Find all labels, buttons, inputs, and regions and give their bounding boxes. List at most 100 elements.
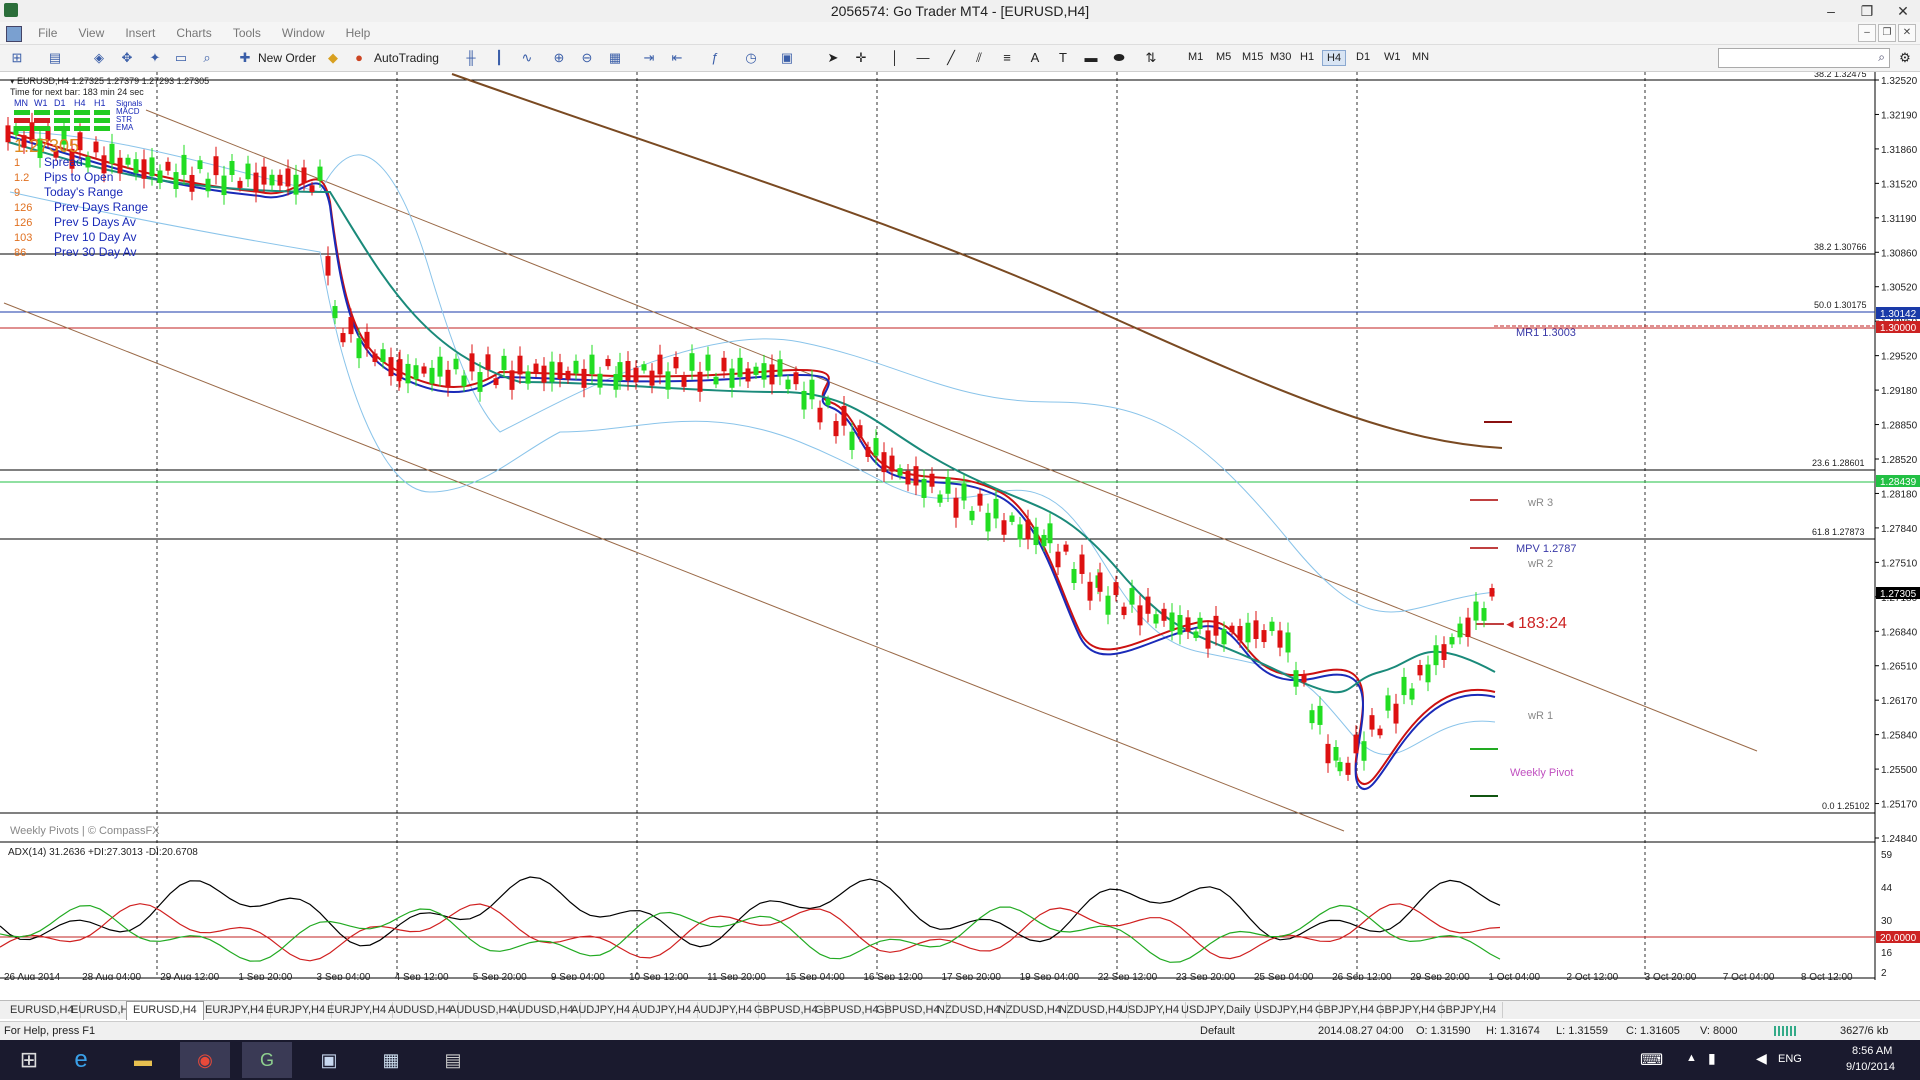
mdi-restore-button[interactable]: ❐ <box>1878 24 1896 42</box>
market-watch-icon[interactable]: ◈ <box>90 49 108 67</box>
data-window-icon[interactable]: ✥ <box>118 49 136 67</box>
candle-body <box>477 372 483 392</box>
tray-up-icon[interactable]: ▲ <box>1686 1052 1697 1064</box>
candle-body <box>293 174 299 195</box>
restore-button[interactable]: ❐ <box>1850 0 1884 22</box>
clock-date[interactable]: 9/10/2014 <box>1846 1061 1895 1073</box>
timeframe-h1[interactable]: H1 <box>1296 50 1318 64</box>
menu-insert[interactable]: Insert <box>116 22 164 44</box>
candle-body <box>873 438 879 456</box>
equidistant-channel-icon[interactable]: ⫽ <box>970 49 988 67</box>
start-button[interactable]: ⊞ <box>4 1042 54 1078</box>
go-trader-icon[interactable]: G <box>242 1042 292 1078</box>
profiles-icon[interactable]: ▤ <box>46 49 64 67</box>
network-icon[interactable]: ▮ <box>1708 1050 1716 1067</box>
language-indicator[interactable]: ENG <box>1778 1053 1802 1065</box>
internet-explorer-icon[interactable]: e <box>56 1042 106 1078</box>
windows-taskbar: ⊞ e ▬ ◉ G ▣ ▦ ▤ ⌨ ▲ ▮ ◀ ENG 8:56 AM 9/10… <box>0 1040 1920 1080</box>
fibonacci-icon[interactable]: ≡ <box>998 49 1016 67</box>
candle-body <box>865 446 871 457</box>
new-chart-icon[interactable]: ⊞ <box>8 49 26 67</box>
autotrading-icon[interactable]: ● <box>350 49 368 67</box>
menu-file[interactable]: File <box>29 22 66 44</box>
templates-icon[interactable]: ▣ <box>778 49 796 67</box>
mdi-minimize-button[interactable]: – <box>1858 24 1876 42</box>
menu-view[interactable]: View <box>69 22 113 44</box>
candlestick-icon[interactable]: ┃ <box>490 49 508 67</box>
new-order-icon[interactable]: ✚ <box>236 49 254 67</box>
menu-charts[interactable]: Charts <box>167 22 220 44</box>
ellipse-icon[interactable]: ⬬ <box>1110 49 1128 67</box>
horizontal-line-icon[interactable]: — <box>914 49 932 67</box>
rectangle-icon[interactable]: ▬ <box>1082 49 1100 67</box>
mdi-close-button[interactable]: ✕ <box>1898 24 1916 42</box>
chart-tab[interactable]: EURUSD,H4 <box>126 1001 204 1020</box>
candle-body <box>541 365 547 383</box>
clock-time[interactable]: 8:56 AM <box>1852 1045 1892 1057</box>
candle-body <box>589 354 595 375</box>
chart-tab[interactable]: GBPJPY,H4 <box>1431 1002 1504 1018</box>
navigator-icon[interactable]: ✦ <box>146 49 164 67</box>
text-icon[interactable]: A <box>1026 49 1044 67</box>
candle-body <box>421 366 427 374</box>
timeframe-m1[interactable]: M1 <box>1184 50 1207 64</box>
timeframe-m30[interactable]: M30 <box>1266 50 1295 64</box>
candle-body <box>1193 631 1199 638</box>
zoom-in-icon[interactable]: ⊕ <box>550 49 568 67</box>
menu-tools[interactable]: Tools <box>224 22 270 44</box>
arrows-icon[interactable]: ⇅ <box>1142 49 1160 67</box>
timeframe-mn[interactable]: MN <box>1408 50 1433 64</box>
file-explorer-icon[interactable]: ▬ <box>118 1042 168 1078</box>
fib-label: 23.6 1.28601 <box>1812 458 1865 468</box>
remote-desktop-icon[interactable]: ▣ <box>304 1042 354 1078</box>
app-window-icon[interactable]: ▤ <box>428 1042 478 1078</box>
keyboard-icon[interactable]: ⌨ <box>1640 1050 1663 1070</box>
menu-help[interactable]: Help <box>337 22 380 44</box>
autotrading-button[interactable]: AutoTrading <box>374 48 439 68</box>
cursor-icon[interactable]: ➤ <box>824 49 842 67</box>
chrome-icon[interactable]: ◉ <box>180 1042 230 1078</box>
chart-tab[interactable]: USDJPY,Daily <box>1175 1002 1258 1018</box>
timeframe-m5[interactable]: M5 <box>1212 50 1235 64</box>
line-chart-icon[interactable]: ∿ <box>518 49 536 67</box>
periods-icon[interactable]: ◷ <box>742 49 760 67</box>
bar-chart-icon[interactable]: ╫ <box>462 49 480 67</box>
menu-window[interactable]: Window <box>273 22 334 44</box>
candle-body <box>301 167 307 183</box>
chart-window[interactable]: 1.32520 1.32190 1.31860 1.31520 1.31190 1.308… <box>0 69 1920 983</box>
signal-cell <box>34 126 50 131</box>
metaeditor-icon[interactable]: ◆ <box>324 49 342 67</box>
candle-body <box>388 357 394 377</box>
minimize-button[interactable]: – <box>1814 0 1848 22</box>
price-axis-label: 1.28850 <box>1881 421 1918 432</box>
new-order-button[interactable]: New Order <box>258 48 316 68</box>
price-chart[interactable]: 1.32520 1.32190 1.31860 1.31520 1.31190 1.308… <box>0 69 1920 983</box>
trendline-icon[interactable]: ╱ <box>942 49 960 67</box>
candle-body <box>261 166 267 185</box>
chart-window-icon[interactable] <box>6 26 22 42</box>
timeframe-m15[interactable]: M15 <box>1238 50 1267 64</box>
strategy-tester-icon[interactable]: ⌕ <box>198 49 216 67</box>
crosshair-icon[interactable]: ✛ <box>852 49 870 67</box>
volume-icon[interactable]: ◀ <box>1756 1050 1767 1067</box>
auto-scroll-icon[interactable]: ⇥ <box>640 49 658 67</box>
timeframe-w1[interactable]: W1 <box>1380 50 1405 64</box>
time-axis-label: 25 Sep 04:00 <box>1254 972 1314 980</box>
close-button[interactable]: ✕ <box>1886 0 1920 22</box>
settings-icon[interactable]: ⚙ <box>1896 49 1914 67</box>
chart-shift-icon[interactable]: ⇤ <box>668 49 686 67</box>
status-volume: V: 8000 <box>1700 1025 1738 1037</box>
candle-body <box>461 375 467 387</box>
text-label-icon[interactable]: T <box>1054 49 1072 67</box>
indicators-icon[interactable]: ƒ <box>706 49 724 67</box>
timeframe-d1[interactable]: D1 <box>1352 50 1374 64</box>
vertical-line-icon[interactable]: │ <box>886 49 904 67</box>
candle-body <box>213 156 219 176</box>
candle-body <box>437 356 443 377</box>
terminal-icon[interactable]: ▭ <box>172 49 190 67</box>
calculator-icon[interactable]: ▦ <box>366 1042 416 1078</box>
zoom-out-icon[interactable]: ⊖ <box>578 49 596 67</box>
tile-windows-icon[interactable]: ▦ <box>606 49 624 67</box>
timeframe-h4[interactable]: H4 <box>1322 50 1347 66</box>
search-input[interactable]: ⌕ <box>1718 48 1890 68</box>
